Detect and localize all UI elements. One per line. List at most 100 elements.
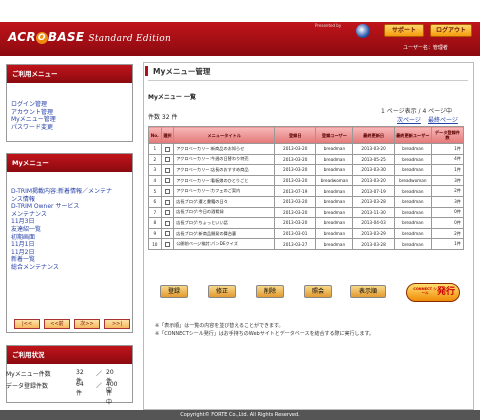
table-row[interactable]: 2 アクロベーカリー:今週の日替わり特売 2013-03-20 breadman 201… [148,153,465,166]
sort-order-button[interactable]: 表示順 [350,285,386,298]
register-button[interactable]: 登録 [160,285,188,298]
stat-data: データ登録件数 64件／ 400件中 [6,381,118,406]
column-header: データ登録件数 [430,126,465,144]
title-marker [145,66,148,76]
logout-button[interactable]: ログアウト [430,24,472,37]
table-cell: breadman [393,143,432,155]
table-row[interactable]: 8 店長ブログ:ちょっといい話 2013-03-20 breadman 2013-04-… [148,217,465,229]
table-cell: breadman [315,185,354,197]
table-cell: 8 [148,217,162,229]
table-row[interactable]: 7 店長ブログ:今日の酒肴録 2013-03-20 breadman 2013-11-3… [148,206,465,219]
table-cell: breadman [393,238,432,250]
table-cell: 2013-03-28 [352,195,395,208]
table-cell: 3件 [430,195,465,208]
mymenu-link[interactable]: 初期画面 [7,234,132,242]
row-checkbox[interactable] [164,188,170,194]
mymenu-link[interactable]: 新着一覧 [7,256,132,264]
table-cell: 9 [148,227,162,240]
table-cell: 2013-03-29 [352,227,395,240]
row-checkbox[interactable] [164,220,170,226]
title-divider [148,80,468,81]
table-row[interactable]: 5 アクロベーカリー:カフェのご案内 2013-07-19 breadman 2013-… [148,185,465,197]
table-cell: breadman [315,153,354,166]
row-select-cell[interactable] [160,195,175,208]
table-cell: 2013-03-20 [274,143,317,155]
table-row[interactable]: 9 店長ブログ:新商品開発の舞台裏 2013-03-01 breadman 2013-0… [148,227,465,240]
last-page-link[interactable]: 最終ページ [428,115,458,124]
acrobase-logo[interactable]: ACR O BASE Standard Edition [8,30,171,48]
delete-button[interactable]: 削除 [256,285,284,298]
table-cell: breadman [315,227,354,240]
row-select-cell[interactable] [160,164,175,176]
mymenu-link[interactable]: メンテナンス [7,211,132,219]
forte-logo-icon [356,24,370,38]
row-checkbox[interactable] [164,178,170,184]
row-checkbox[interactable] [164,167,170,173]
pager-first-button[interactable]: |<< [14,319,40,329]
status-panel-title: ご利用状況 [7,346,132,364]
row-checkbox[interactable] [164,210,170,216]
mymenu-link[interactable]: 総合メンテナンス [7,264,132,272]
row-select-cell[interactable] [160,217,175,229]
table-cell: 2件 [430,227,465,240]
column-header: 登録日 [274,126,317,144]
row-checkbox[interactable] [164,231,170,237]
table-cell: breadman [315,206,354,219]
table-row[interactable]: 4 アクロベーカリー:看板娘のひとりごと 2013-03-20 breadwoman 2… [148,174,465,187]
table-cell: 2013-11-30 [352,206,395,219]
table-cell: 2013-07-19 [274,185,317,197]
row-checkbox[interactable] [164,146,170,152]
pager-last-button[interactable]: >>| [104,319,130,329]
row-select-cell[interactable] [160,238,175,250]
table-cell: breadman [393,206,432,219]
mymenu-panel-title: Myメニュー [7,154,132,172]
next-page-link[interactable]: 次ページ [397,115,421,124]
mymenu-table: No. 選択 メニュータイトル 登録日 登録ユーザー 最終更新日 最終更新ユーザー データ登録… [148,126,465,250]
edit-button[interactable]: 修正 [208,285,236,298]
mymenu-link[interactable]: D-TRIM Owner サービス [7,203,132,211]
record-count: 件数 32 件 [148,114,178,121]
row-checkbox[interactable] [164,199,170,205]
row-select-cell[interactable] [160,174,175,187]
menu-panel-title: ご利用メニュー [7,65,132,83]
pager-prev-button[interactable]: <<前 [44,319,70,329]
row-select-cell[interactable] [160,185,175,197]
table-cell: アクロベーカリー:新商品のお知らせ [173,143,276,155]
table-cell: 2013-03-20 [274,174,317,187]
table-cell: アクロベーカリー:カフェのご案内 [173,185,276,197]
user-name-label: ユーザー名：管理者 [403,45,448,51]
mymenu-link[interactable]: D-TRIM掲載内容:新着情報／メンテナ [7,188,132,196]
support-button[interactable]: サポート [384,24,424,37]
table-cell: 0件 [430,217,465,229]
sidebar-link-login[interactable]: ログイン管理 [7,101,132,109]
table-cell: 店長ブログ:ちょっといい話 [173,217,276,229]
row-select-cell[interactable] [160,227,175,240]
row-select-cell[interactable] [160,143,175,155]
view-button[interactable]: 照会 [304,285,332,298]
sidebar-link-mymenu[interactable]: Myメニュー管理 [7,116,132,124]
row-checkbox[interactable] [164,241,170,247]
table-row[interactable]: 3 アクロベーカリー:店長のおすすめ商品 2013-03-20 breadman 201… [148,164,465,176]
pager-next-button[interactable]: 次>> [74,319,100,329]
table-cell: breadman [315,238,354,250]
mymenu-link[interactable]: 友達紹一覧 [7,226,132,234]
mymenu-link[interactable]: 11月3日 [7,218,132,226]
table-cell: 4件 [430,153,465,166]
table-cell: 店長ブログ:新商品開発の舞台裏 [173,227,276,240]
table-cell: 店長ブログ:遭と書籍の日々 [173,195,276,208]
table-cell: 2013-03-20 [274,164,317,176]
mymenu-link[interactable]: 11月1日 [7,241,132,249]
sidebar-link-password[interactable]: パスワード変更 [7,124,132,132]
row-select-cell[interactable] [160,206,175,219]
presented-by-label: Presented by [315,23,342,28]
note-connect: ※「CONNECTシール発行」はお手持ちのWebサイトとデータベースを結合する際… [155,331,374,337]
connect-issue-button[interactable]: CONNECT シール 発行 [406,283,460,302]
row-checkbox[interactable] [164,157,170,163]
table-cell: 10 [148,238,162,250]
table-cell: breadman [315,143,354,155]
table-row[interactable]: 10 公開前ページ検討:パンDEクイズ 2013-03-27 breadman 2013… [148,238,465,250]
page-title: Myメニュー管理 [153,67,211,76]
table-row[interactable]: 6 店長ブログ:遭と書籍の日々 2013-03-20 breadman 2013-03-… [148,195,465,208]
table-row[interactable]: 1 アクロベーカリー:新商品のお知らせ 2013-03-20 breadman 2013… [148,143,465,155]
row-select-cell[interactable] [160,153,175,166]
